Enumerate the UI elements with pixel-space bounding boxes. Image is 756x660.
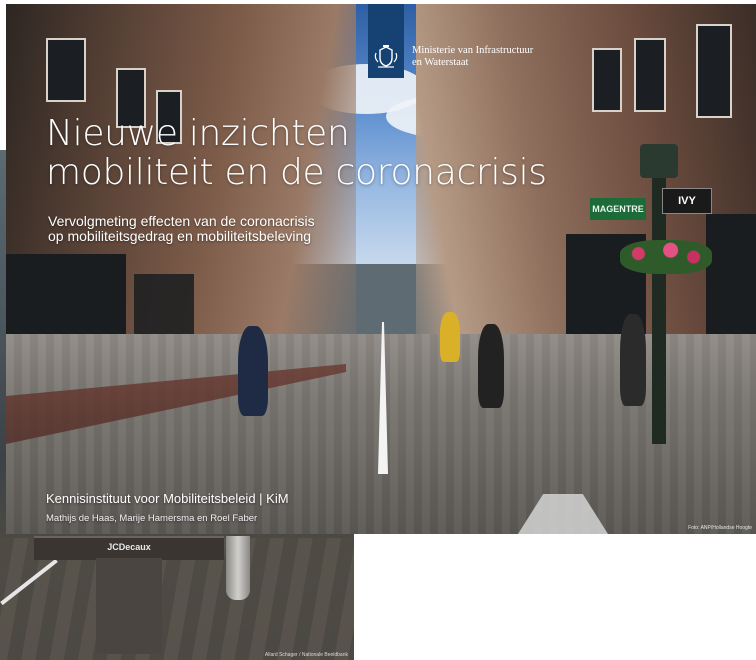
photo-credit: Foto: ANP/Hollandse Hoogte [688, 525, 752, 531]
authors: Mathijs de Haas, Marije Hamersma en Roel… [46, 513, 258, 524]
building-window [696, 24, 732, 118]
report-subtitle: Vervolgmeting effecten van de coronacris… [48, 214, 315, 244]
background-photo-credit: Allard Schager / Nationale Beeldbank [264, 652, 348, 658]
flower-basket [620, 240, 712, 274]
building-window [46, 38, 86, 102]
jcdecaux-sign-base [96, 558, 162, 654]
pedestrian [238, 326, 268, 416]
shop-sign-text: MAGENTRE [592, 204, 644, 214]
ministry-name-line1: Ministerie van Infrastructuur [412, 45, 534, 56]
building-window [592, 48, 622, 112]
report-subtitle-line2: op mobiliteitsgedrag en mobiliteitsbelev… [48, 228, 312, 244]
report-title: Nieuwe inzichten mobiliteit en de corona… [46, 114, 547, 192]
jcdecaux-sign-text: JCDecaux [107, 542, 151, 552]
pedestrian [620, 314, 646, 406]
ministry-name-line2: en Waterstaat [412, 57, 469, 68]
shop-sign: MAGENTRE [590, 198, 646, 220]
ivy-sign-text: IVY [678, 195, 696, 207]
bollard-pole [226, 536, 250, 600]
report-title-line2: mobiliteit en de coronacrisis [46, 152, 547, 193]
jcdecaux-sign: JCDecaux [34, 536, 224, 560]
institute-name: Kennisinstituut voor Mobiliteitsbeleid |… [46, 491, 289, 506]
report-title-line1: Nieuwe inzichten [46, 113, 350, 154]
ministry-name: Ministerie van Infrastructuur en Waterst… [412, 45, 533, 69]
rijkswapen-crest-icon [374, 45, 398, 68]
ivy-sign: IVY [662, 188, 712, 214]
building-window [634, 38, 666, 112]
cyclist [478, 324, 504, 408]
report-cover[interactable]: MAGENTRE IVY Ministerie van Infrastructu… [6, 4, 756, 534]
street-lamp-head [640, 144, 678, 178]
pedestrian [440, 312, 460, 362]
report-subtitle-line1: Vervolgmeting effecten van de coronacris… [48, 213, 315, 229]
